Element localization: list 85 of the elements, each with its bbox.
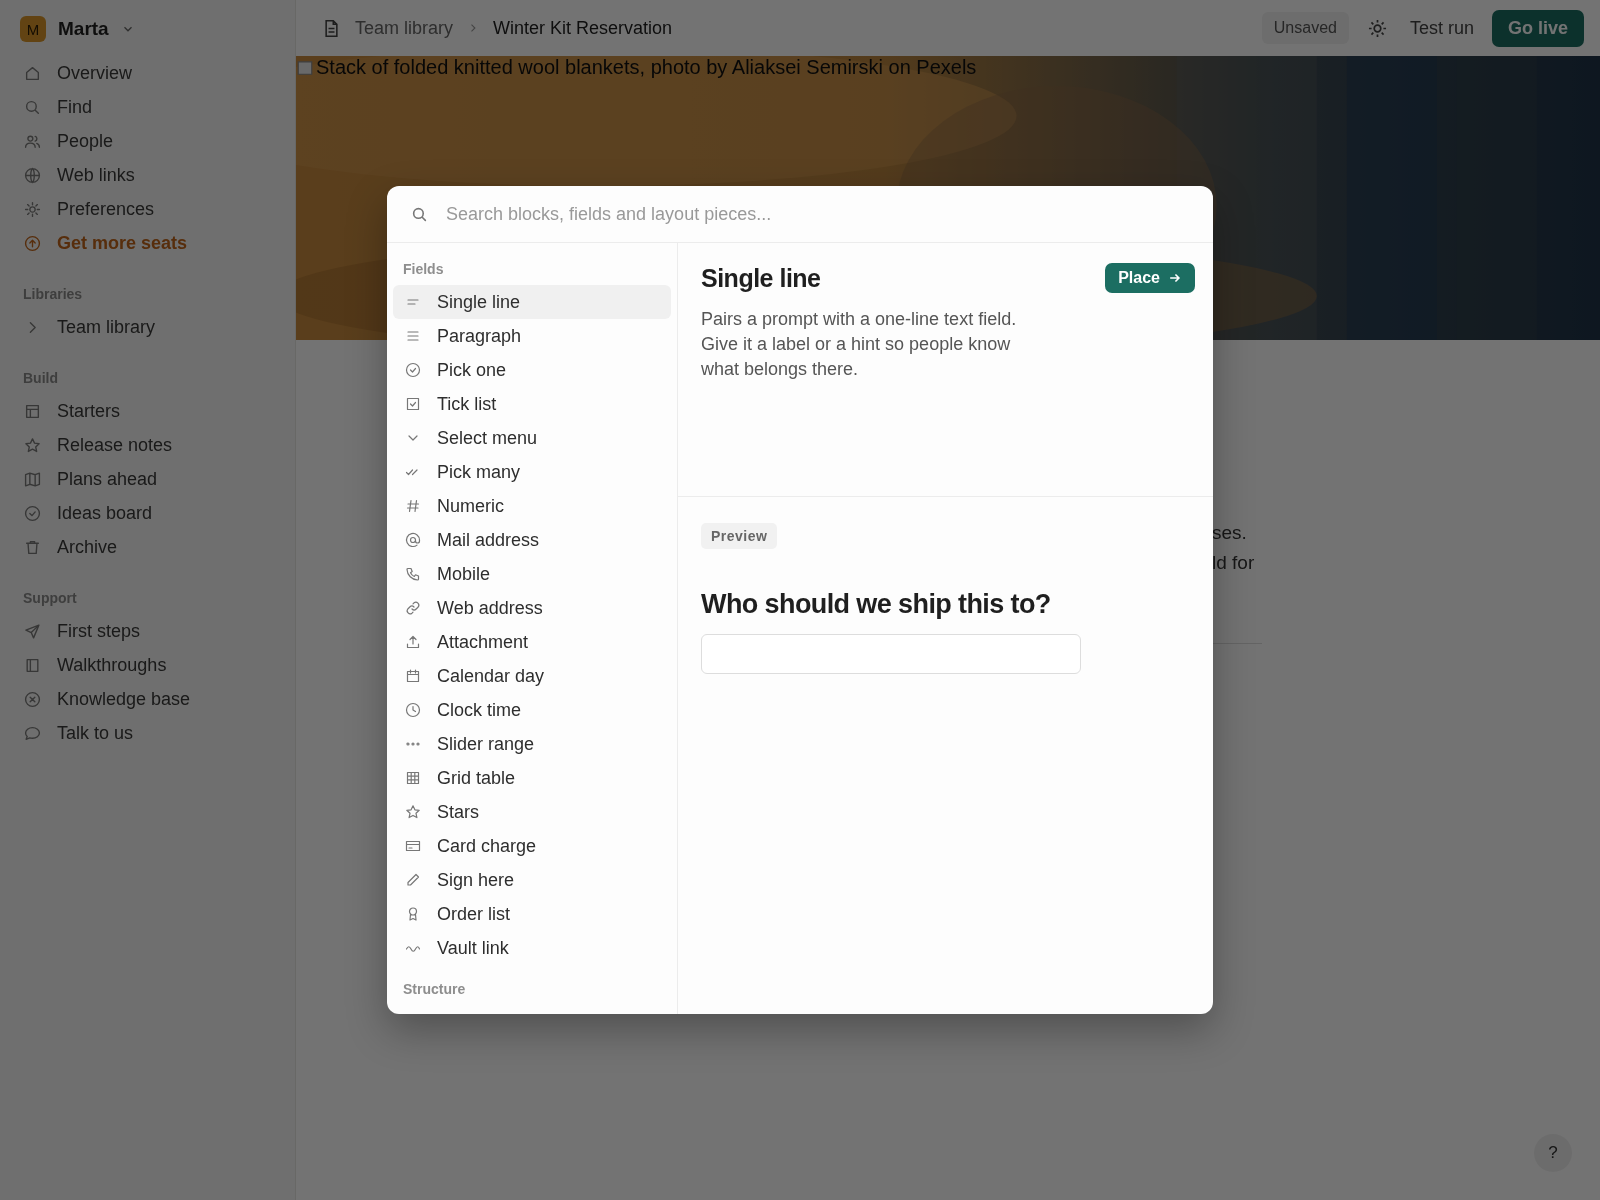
send-icon bbox=[24, 622, 41, 640]
nav-item[interactable]: Get more seats bbox=[0, 226, 295, 260]
settings-icon[interactable] bbox=[1366, 17, 1388, 39]
search-field[interactable]: Search blocks, fields and layout pieces... bbox=[444, 202, 1213, 226]
test-run-button[interactable]: Test run bbox=[1405, 17, 1478, 39]
arrow-right-icon bbox=[1168, 271, 1182, 285]
go-live-button[interactable]: Go live bbox=[1491, 9, 1584, 47]
hash-icon bbox=[405, 498, 421, 514]
search-icon bbox=[411, 205, 428, 223]
globe-icon bbox=[24, 166, 41, 184]
broken-image-icon bbox=[296, 58, 314, 77]
settings-icon bbox=[24, 200, 41, 218]
star-icon bbox=[24, 436, 41, 454]
workspace-name[interactable]: Marta bbox=[58, 18, 109, 40]
group-title: Fields bbox=[402, 260, 445, 279]
group-title: Structure bbox=[402, 980, 467, 999]
help-button[interactable]: ? bbox=[1534, 1134, 1572, 1172]
credit-card-icon bbox=[405, 838, 421, 854]
body-text: ses. bbox=[1212, 521, 1248, 545]
nav-item[interactable]: Archive bbox=[0, 530, 295, 564]
nav-item[interactable]: People bbox=[0, 124, 295, 158]
field-type-item[interactable]: Grid table bbox=[393, 761, 671, 795]
field-type-item[interactable]: Mobile bbox=[393, 557, 671, 591]
field-type-item[interactable]: Numeric bbox=[393, 489, 671, 523]
nav-item[interactable]: Find bbox=[0, 90, 295, 124]
status-badge: Unsaved bbox=[1261, 12, 1349, 44]
document-icon bbox=[322, 18, 341, 38]
nav-item[interactable]: Starters bbox=[0, 394, 295, 428]
field-type-item[interactable]: Single line bbox=[393, 285, 671, 319]
field-type-item[interactable]: Order list bbox=[393, 897, 671, 931]
image-alt-text: Stack of folded knitted wool blankets, photo by Aliaksei Semirski on Pexels bbox=[316, 56, 977, 79]
breadcrumb-link[interactable]: Winter Kit Reservation bbox=[493, 17, 673, 39]
field-type-item[interactable]: Vault link bbox=[393, 931, 671, 965]
breadcrumb-link[interactable]: Team library bbox=[355, 17, 454, 39]
nav-item[interactable]: Overview bbox=[0, 56, 295, 90]
field-type-item[interactable]: Mail address bbox=[393, 523, 671, 557]
nav-item[interactable]: Preferences bbox=[0, 192, 295, 226]
tree-item[interactable]: Team library bbox=[0, 310, 295, 344]
nav-item[interactable]: Walkthroughs bbox=[0, 648, 295, 682]
nav-item[interactable]: First steps bbox=[0, 614, 295, 648]
preview-input-field[interactable] bbox=[701, 634, 1081, 674]
preview-question: Who should we ship this to? bbox=[701, 589, 1051, 620]
workspace-avatar[interactable]: M bbox=[20, 16, 46, 42]
body-text: ld for bbox=[1212, 551, 1256, 575]
trash-icon bbox=[24, 538, 41, 556]
layout-icon bbox=[24, 402, 41, 420]
field-type-item[interactable]: Attachment bbox=[393, 625, 671, 659]
nav-item[interactable]: Release notes bbox=[0, 428, 295, 462]
home-icon bbox=[24, 64, 41, 82]
nav-item[interactable]: Web links bbox=[0, 158, 295, 192]
field-description: Pairs a prompt with a one-line text field. Give it a label or a hint so people know what belongs there. bbox=[701, 308, 1018, 381]
search-icon bbox=[24, 98, 41, 116]
nav-item[interactable]: Talk to us bbox=[0, 716, 295, 750]
field-type-item[interactable]: Stars bbox=[393, 795, 671, 829]
field-type-item[interactable]: Pick one bbox=[393, 353, 671, 387]
field-type-item[interactable]: Clock time bbox=[393, 693, 671, 727]
field-type-item[interactable]: Card charge bbox=[393, 829, 671, 863]
nav-item[interactable]: Knowledge base bbox=[0, 682, 295, 716]
chat-icon bbox=[24, 724, 41, 742]
lines-icon bbox=[405, 328, 421, 344]
grid-icon bbox=[405, 770, 421, 786]
pencil-icon bbox=[405, 872, 421, 888]
at-icon bbox=[405, 532, 421, 548]
checkbox-icon bbox=[405, 396, 421, 412]
field-type-item[interactable]: Paragraph bbox=[393, 319, 671, 353]
map-icon bbox=[24, 470, 41, 488]
field-type-item[interactable]: Web address bbox=[393, 591, 671, 625]
upload-icon bbox=[405, 634, 421, 650]
clock-icon bbox=[405, 702, 421, 718]
star-icon bbox=[405, 804, 421, 820]
nav-item[interactable]: Ideas board bbox=[0, 496, 295, 530]
preview-tag: Preview bbox=[701, 523, 778, 549]
place-button[interactable]: Place bbox=[1105, 263, 1195, 293]
field-type-item[interactable]: Sign here bbox=[393, 863, 671, 897]
field-type-item[interactable]: Slider range bbox=[393, 727, 671, 761]
book-icon bbox=[24, 656, 41, 674]
phone-icon bbox=[405, 566, 421, 582]
link-icon bbox=[405, 600, 421, 616]
field-type-item[interactable]: Tick list bbox=[393, 387, 671, 421]
field-type-item[interactable]: Calendar day bbox=[393, 659, 671, 693]
field-type-item[interactable]: Pick many bbox=[393, 455, 671, 489]
field-type-item[interactable]: Select menu bbox=[393, 421, 671, 455]
field-title: Single line bbox=[701, 263, 821, 293]
nav-item[interactable]: Plans ahead bbox=[0, 462, 295, 496]
calendar-icon bbox=[405, 668, 421, 684]
